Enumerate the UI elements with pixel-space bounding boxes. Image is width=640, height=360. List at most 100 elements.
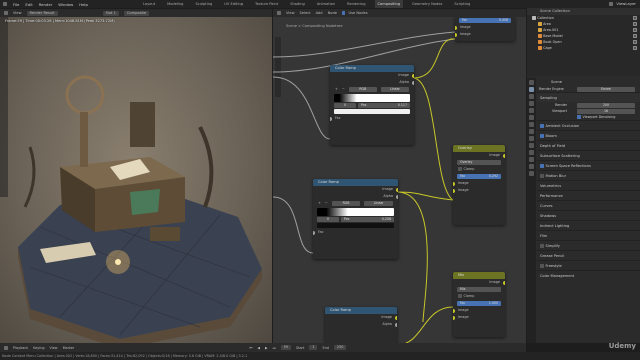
- view-layer-tab-icon[interactable]: [529, 101, 534, 106]
- clamp-checkbox[interactable]: [458, 294, 462, 298]
- node-header[interactable]: Color Ramp: [313, 179, 398, 186]
- jump-end-icon[interactable]: ⏭: [273, 346, 276, 350]
- socket-in[interactable]: [455, 32, 457, 37]
- render-result-selector[interactable]: Render Result: [26, 10, 58, 16]
- socket-in[interactable]: [330, 116, 332, 121]
- remove-stop-button[interactable]: −: [325, 200, 328, 207]
- stop-index-field[interactable]: 0: [334, 103, 356, 108]
- mix-node[interactable]: Mix Image Mix Clamp Fac 1.000 Image Image: [453, 272, 505, 337]
- node-header[interactable]: Color Ramp: [330, 65, 414, 72]
- properties-editor[interactable]: Scene Render Engine Eevee Sampling Render…: [527, 78, 640, 343]
- data-tab-icon[interactable]: [529, 157, 534, 162]
- keying-menu[interactable]: Keying: [33, 346, 44, 350]
- object-tab-icon[interactable]: [529, 122, 534, 127]
- visibility-checkbox[interactable]: [633, 46, 637, 50]
- particles-tab-icon[interactable]: [529, 136, 534, 141]
- section-volumetrics[interactable]: Volumetrics: [537, 180, 640, 190]
- stop-pos-field[interactable]: Pos 0.117: [358, 103, 410, 108]
- section-sampling[interactable]: Sampling: [537, 92, 640, 102]
- viewport-denoising-checkbox[interactable]: [577, 115, 581, 119]
- node-view-menu[interactable]: View: [286, 11, 295, 15]
- node-editor-type-icon[interactable]: [277, 11, 281, 15]
- socket-out[interactable]: [503, 280, 505, 285]
- socket-in[interactable]: [453, 308, 455, 313]
- render-tab-icon[interactable]: [529, 87, 534, 92]
- add-stop-button[interactable]: +: [335, 86, 338, 93]
- socket-out[interactable]: [395, 322, 397, 327]
- menu-window[interactable]: Window: [58, 2, 73, 7]
- render-viewport[interactable]: Frame:59 | Time:00:03.26 | Mem:1048.81M …: [0, 17, 272, 343]
- output-tab-icon[interactable]: [529, 94, 534, 99]
- node-node-menu[interactable]: Node: [328, 11, 337, 15]
- stop-color-swatch[interactable]: [334, 109, 410, 114]
- render-samples-field[interactable]: 200: [577, 102, 635, 108]
- clamp-option[interactable]: Clamp: [453, 166, 505, 173]
- playback-menu[interactable]: Playback: [13, 346, 28, 350]
- tool-tab-icon[interactable]: [529, 80, 534, 85]
- ssr-checkbox[interactable]: [540, 164, 544, 168]
- clamp-checkbox[interactable]: [458, 167, 462, 171]
- physics-tab-icon[interactable]: [529, 143, 534, 148]
- ramp-interp-select[interactable]: Linear: [380, 87, 409, 92]
- constraints-tab-icon[interactable]: [529, 150, 534, 155]
- socket-in[interactable]: [313, 230, 315, 235]
- world-tab-icon[interactable]: [529, 115, 534, 120]
- visibility-checkbox[interactable]: [633, 34, 637, 38]
- tab-scripting[interactable]: Scripting: [451, 0, 473, 8]
- viewport-toolbar[interactable]: [0, 17, 8, 197]
- node-header[interactable]: Mix: [453, 272, 505, 279]
- blend-mode-select[interactable]: Overlay: [457, 160, 501, 165]
- ramp-mode-select[interactable]: RGB: [331, 201, 361, 206]
- section-performance[interactable]: Performance: [537, 190, 640, 200]
- top-mix-node[interactable]: Fac 0.458 Image Image: [455, 17, 515, 41]
- socket-out[interactable]: [396, 187, 398, 192]
- section-indirect-lighting[interactable]: Indirect Lighting: [537, 220, 640, 230]
- node-add-menu[interactable]: Add: [316, 11, 323, 15]
- socket-out[interactable]: [412, 73, 414, 78]
- menu-render[interactable]: Render: [39, 2, 53, 7]
- outliner-item-cage[interactable]: Cage: [527, 45, 640, 51]
- stop-color-swatch[interactable]: [317, 223, 394, 228]
- bloom-checkbox[interactable]: [540, 134, 544, 138]
- section-screen-space-reflections[interactable]: Screen Space Reflections: [537, 160, 640, 170]
- blender-logo-icon[interactable]: [3, 2, 7, 6]
- section-color-management[interactable]: Color Management: [537, 270, 640, 280]
- play-reverse-icon[interactable]: ◀: [257, 346, 260, 350]
- freestyle-checkbox[interactable]: [540, 264, 544, 268]
- socket-in[interactable]: [455, 25, 457, 30]
- tab-sculpting[interactable]: Sculpting: [192, 0, 215, 8]
- section-grease-pencil[interactable]: Grease Pencil: [537, 250, 640, 260]
- use-nodes-checkbox[interactable]: [341, 11, 346, 15]
- section-shadows[interactable]: Shadows: [537, 210, 640, 220]
- section-depth-of-field[interactable]: Depth of Field: [537, 140, 640, 150]
- socket-out[interactable]: [412, 80, 414, 85]
- menu-edit[interactable]: Edit: [25, 2, 32, 7]
- viewport-samples-field[interactable]: 16: [577, 108, 635, 114]
- tab-shading[interactable]: Shading: [287, 0, 308, 8]
- node-select-menu[interactable]: Select: [300, 11, 311, 15]
- ambient-occlusion-checkbox[interactable]: [540, 124, 544, 128]
- tab-animation[interactable]: Animation: [314, 0, 338, 8]
- marker-menu[interactable]: Marker: [63, 346, 75, 350]
- view-layer-name[interactable]: ViewLayer: [616, 1, 636, 6]
- viewport-view-menu[interactable]: View: [13, 11, 22, 15]
- color-ramp-gradient[interactable]: [317, 208, 394, 216]
- current-frame-field[interactable]: 59: [280, 345, 291, 350]
- color-ramp-gradient[interactable]: [334, 94, 410, 102]
- tab-uv-editing[interactable]: UV Editing: [221, 0, 246, 8]
- section-simplify[interactable]: Simplify: [537, 240, 640, 250]
- viewport-denoising-row[interactable]: Viewport Denoising: [537, 114, 640, 120]
- timeline-view-menu[interactable]: View: [50, 346, 58, 350]
- top-node-fac-field[interactable]: Fac 0.458: [459, 18, 511, 23]
- color-ramp-node-1[interactable]: Color Ramp Image Alpha + − RGB Linear 0 P…: [330, 65, 414, 145]
- blend-mode-select[interactable]: Mix: [457, 287, 501, 292]
- slot-selector[interactable]: Slot 1: [102, 10, 119, 16]
- section-bloom[interactable]: Bloom: [537, 130, 640, 140]
- visibility-checkbox[interactable]: [633, 40, 637, 44]
- tab-texture-paint[interactable]: Texture Paint: [252, 0, 281, 8]
- visibility-checkbox[interactable]: [633, 28, 637, 32]
- motion-blur-checkbox[interactable]: [540, 174, 544, 178]
- tab-layout[interactable]: Layout: [140, 0, 158, 8]
- texture-tab-icon[interactable]: [529, 171, 534, 176]
- tab-geometry-nodes[interactable]: Geometry Nodes: [409, 0, 445, 8]
